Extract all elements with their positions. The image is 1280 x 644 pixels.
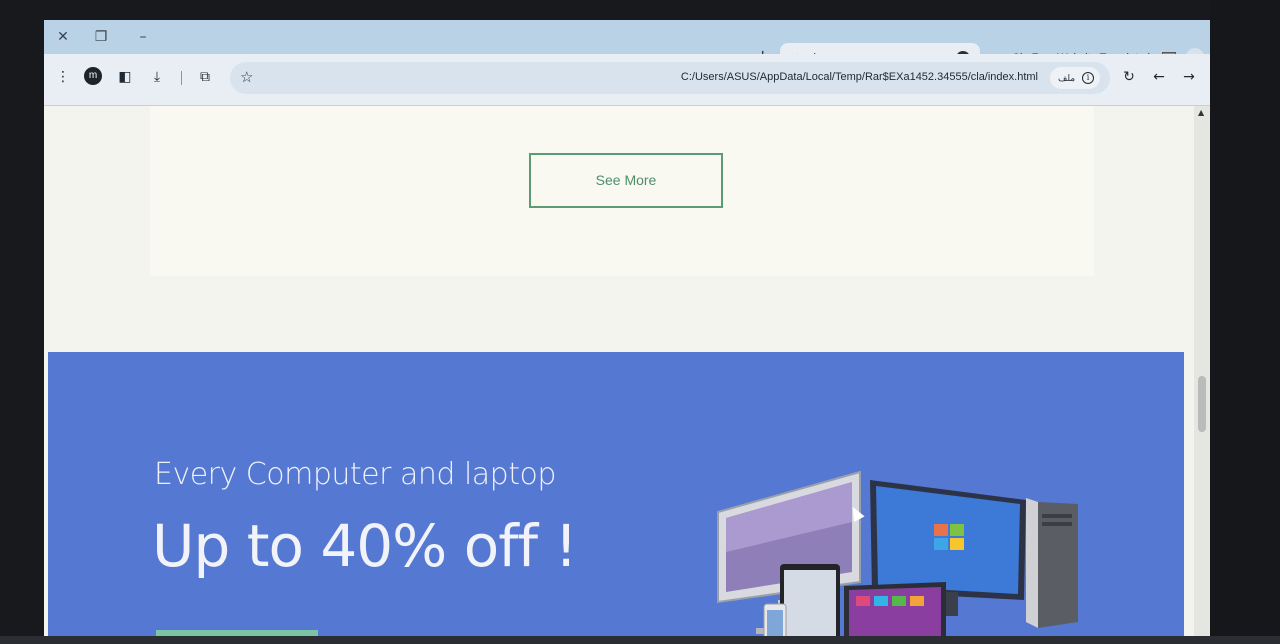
reload-icon[interactable]: ↻ (1118, 66, 1140, 88)
address-bar[interactable]: ☆ C:/Users/ASUS/AppData/Local/Temp/Rar$E… (230, 62, 1110, 94)
site-info-label: ملف (1058, 73, 1076, 83)
close-icon[interactable]: ✕ (54, 28, 72, 46)
title-bar: ✕ ❐ – + ✕ cla ✕ Cla Free Website Templat… (44, 20, 1210, 73)
tablet-image (780, 564, 840, 636)
monitor-bezel-left (0, 0, 44, 644)
monitor-bezel-right (1210, 0, 1280, 644)
restore-icon[interactable]: ❐ (92, 28, 110, 46)
monitor-bezel-top (0, 0, 1280, 20)
back-arrow-icon[interactable]: ← (1148, 66, 1170, 88)
side-panel-icon[interactable]: ◧ (114, 66, 136, 88)
promo-title: Up to 40% off ! (152, 512, 578, 580)
profile-avatar[interactable]: m (84, 67, 102, 85)
promo-subtitle: Every Computer and laptop (154, 457, 556, 492)
url-text[interactable]: C:/Users/ASUS/AppData/Local/Temp/Rar$EXa… (681, 71, 1038, 83)
laptop-image (844, 582, 946, 636)
extensions-icon[interactable]: ⧉ (194, 66, 216, 88)
tower-pc-image (1026, 498, 1078, 628)
promo-banner: Every Computer and laptop Up to 40% off … (48, 352, 1184, 636)
site-info-chip[interactable]: ملف i (1050, 67, 1100, 89)
toolbar-divider (181, 71, 182, 85)
forward-arrow-icon[interactable]: → (1178, 66, 1200, 88)
scroll-up-arrow-icon[interactable]: ▲ (1198, 108, 1204, 117)
info-icon: i (1082, 72, 1094, 84)
vertical-scrollbar[interactable]: ▲ (1194, 106, 1210, 636)
scrollbar-thumb[interactable] (1198, 376, 1206, 432)
monitor-bezel-bottom (0, 636, 1280, 644)
browser-window: ✕ ❐ – + ✕ cla ✕ Cla Free Website Templat… (44, 20, 1210, 636)
devices-illustration (717, 470, 1078, 636)
minimize-icon[interactable]: – (134, 28, 152, 46)
bookmark-star-icon[interactable]: ☆ (240, 68, 253, 86)
download-icon[interactable]: ⤓ (146, 66, 168, 88)
page-viewport: See More Every Computer and laptop Up to… (44, 106, 1194, 636)
menu-dots-icon[interactable]: ⋮ (52, 66, 74, 88)
phone-image (763, 603, 787, 636)
content-card: See More (150, 106, 1094, 276)
see-more-button[interactable]: See More (529, 153, 723, 208)
browser-toolbar: ⋮ m ◧ ⤓ ⧉ ☆ C:/Users/ASUS/AppData/Local/… (44, 54, 1210, 106)
